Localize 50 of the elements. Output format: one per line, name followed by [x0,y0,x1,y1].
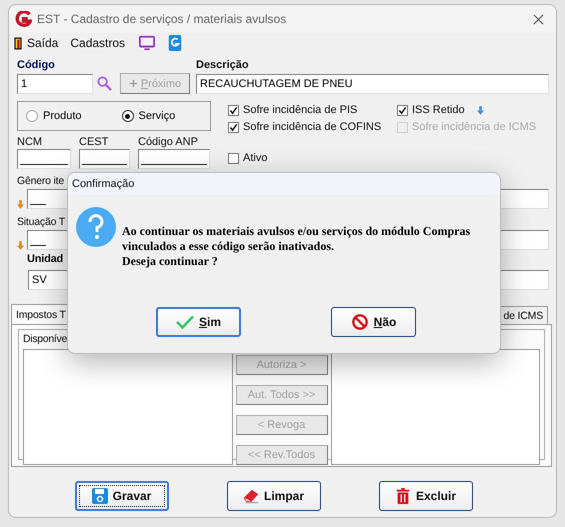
plus-icon [128,79,138,88]
no-button[interactable]: Não [331,307,416,337]
input-field[interactable] [27,189,68,209]
delete-button[interactable]: Excluir [378,481,472,511]
book-icon[interactable] [167,35,184,51]
field-label: Unidad [27,253,64,266]
checkbox[interactable]: Sofre incidência de COFINS [228,121,397,134]
tab[interactable]: de ICMS [498,306,548,324]
down-arrow-icon[interactable] [17,200,24,209]
logo-icon [15,10,32,28]
unit-field[interactable]: SV [28,270,69,290]
clear-button[interactable]: Limpar [226,481,320,511]
door-icon [14,36,22,50]
field-label: Código [17,59,55,72]
eraser-icon [242,488,259,504]
monitor-icon[interactable] [139,35,156,51]
yes-button[interactable]: Sim [156,307,241,337]
input-field[interactable] [27,230,68,250]
field-label: Descrição [196,59,249,72]
radio-button[interactable]: Serviço [122,110,176,122]
question-icon [76,207,116,247]
field-label: Gênero ite [17,175,64,188]
save-button[interactable]: Gravar [74,481,168,511]
field-label: Situação T [17,216,66,229]
checkbox[interactable]: Ativo [228,152,268,165]
menu-item[interactable]: Saída [12,36,60,50]
radio-button[interactable]: Produto [26,110,82,122]
checkbox[interactable]: ISS Retido [397,104,536,117]
code-field[interactable]: 1 [17,74,93,94]
prohibited-icon [350,314,369,330]
input-field[interactable] [79,149,130,169]
input-field[interactable] [138,149,210,169]
group-label: Disponíve [23,333,67,345]
dialog-message: Ao continuar os materiais avulsos e/ou serviços do módulo Compras vinculados a esse código serão inativados. Deseja continuar ? [122,224,470,269]
checkbox[interactable]: Sofre incidência de PIS [228,104,397,117]
close-icon[interactable] [533,14,544,24]
down-arrow-icon[interactable] [17,241,24,250]
check-icon [176,314,194,330]
input-field[interactable] [17,149,71,169]
field-label: Código ANP [138,136,198,149]
check-icon [398,106,407,115]
down-arrow-icon[interactable] [476,106,484,115]
menu-item[interactable]: Cadastros [68,36,128,50]
dialog-title: Confirmação [68,173,500,195]
description-field[interactable]: RECAUCHUTAGEM DE PNEU [196,74,549,94]
search-icon[interactable] [97,76,112,91]
trash-icon [394,488,411,504]
field-label: CEST [79,136,108,149]
window-title: EST - Cadastro de serviços / materiais avulsos [37,12,288,26]
field-label: NCM [17,136,42,149]
